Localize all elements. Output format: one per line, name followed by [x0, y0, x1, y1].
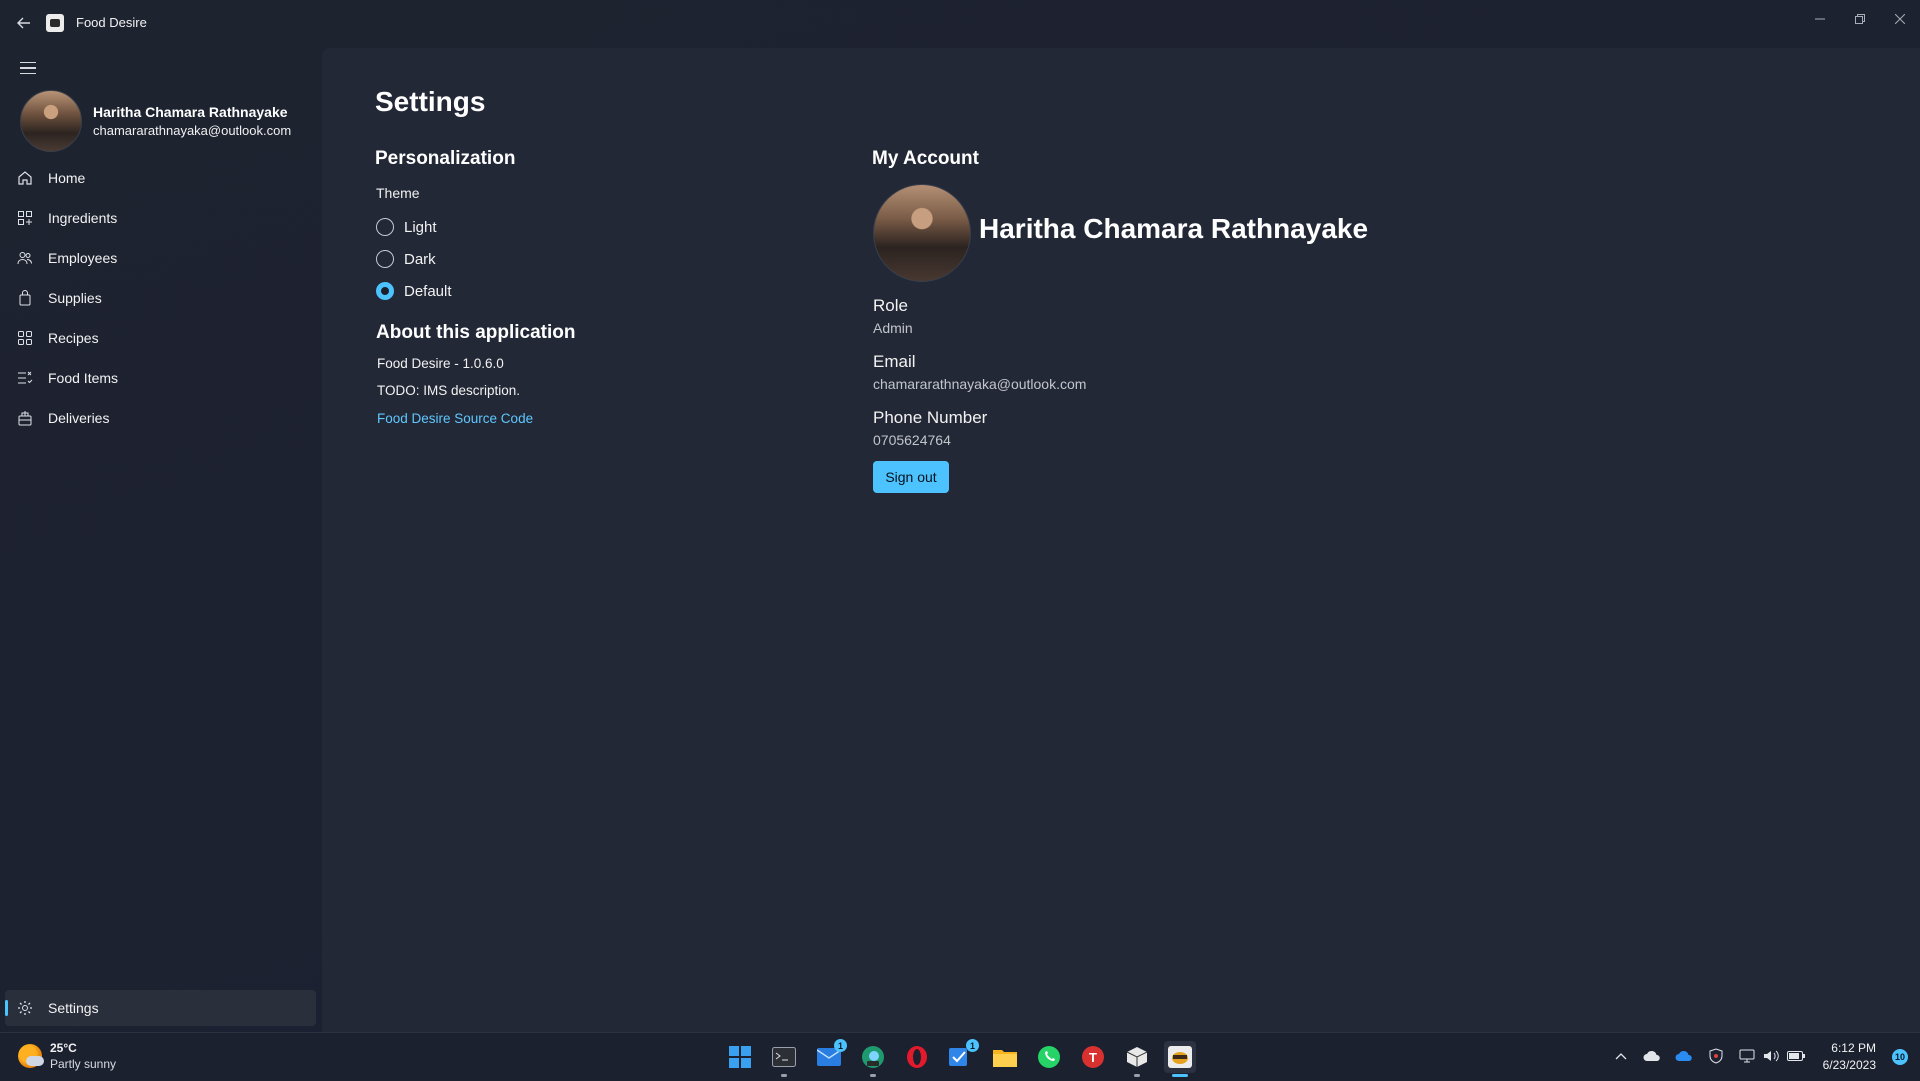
food-items-icon: [16, 369, 34, 387]
terminal-icon[interactable]: [768, 1041, 800, 1077]
arrow-left-icon[interactable]: [14, 12, 34, 34]
volume-icon[interactable]: [1762, 1047, 1780, 1065]
edge-dev-icon[interactable]: [857, 1041, 889, 1077]
page-title: Settings: [375, 86, 486, 117]
sidebar-item-label: Supplies: [48, 290, 102, 306]
ingredients-icon: [16, 209, 34, 227]
employees-icon: [16, 249, 34, 267]
whatsapp-icon[interactable]: [1033, 1041, 1065, 1073]
network-icon[interactable]: [1738, 1047, 1756, 1065]
profile-name: Haritha Chamara Rathnayake: [93, 104, 288, 120]
sidebar-item-home[interactable]: Home: [0, 158, 322, 198]
running-indicator: [1134, 1074, 1140, 1077]
theme-radio-light[interactable]: Light: [376, 215, 576, 239]
gear-icon: [16, 999, 34, 1017]
close-icon[interactable]: [1886, 6, 1914, 32]
app-logo-icon: [46, 14, 64, 32]
cloud-icon[interactable]: [1643, 1047, 1661, 1065]
todo-icon[interactable]: 1: [945, 1039, 979, 1073]
sidebar-item-food-items[interactable]: Food Items: [0, 358, 322, 398]
source-code-link[interactable]: Food Desire Source Code: [377, 411, 533, 426]
theme-radio-dark[interactable]: Dark: [376, 247, 576, 271]
phone-label: Phone Number: [873, 408, 988, 427]
weather-desc[interactable]: Partly sunny: [50, 1057, 116, 1071]
selection-indicator: [5, 1000, 8, 1016]
deliveries-icon: [16, 409, 34, 427]
sidebar-item-label: Deliveries: [48, 410, 110, 426]
sidebar-item-label: Home: [48, 170, 86, 186]
radio-label: Light: [404, 218, 437, 236]
running-indicator: [781, 1074, 787, 1077]
chevron-up-icon[interactable]: [1612, 1047, 1630, 1065]
settings-page: Settings Personalization Theme Light Dar…: [322, 48, 1920, 1032]
sidebar-item-ingredients[interactable]: Ingredients: [0, 198, 322, 238]
profile-email: chamararathnayaka@outlook.com: [93, 123, 292, 138]
onedrive-icon[interactable]: [1675, 1047, 1693, 1065]
opera-icon[interactable]: [901, 1041, 933, 1073]
start-icon[interactable]: [724, 1041, 756, 1073]
recipes-icon: [16, 329, 34, 347]
file-explorer-icon[interactable]: [989, 1041, 1021, 1073]
clock-date[interactable]: 6/23/2023: [1823, 1058, 1876, 1072]
clock-time[interactable]: 6:12 PM: [1831, 1041, 1876, 1055]
profile-card: Haritha Chamara Rathnayake chamararathna…: [20, 90, 320, 152]
theme-label: Theme: [376, 185, 420, 201]
title-bar: Food Desire: [0, 0, 1920, 48]
mail-badge: 1: [834, 1039, 847, 1052]
personalization-heading: Personalization: [375, 148, 516, 169]
supplies-icon: [16, 289, 34, 307]
theme-radio-default[interactable]: Default: [376, 279, 576, 303]
sidebar-item-label: Settings: [48, 1000, 99, 1016]
role-value: Admin: [873, 320, 913, 336]
about-heading: About this application: [376, 322, 576, 343]
sidebar-item-recipes[interactable]: Recipes: [0, 318, 322, 358]
minimize-icon[interactable]: [1806, 6, 1834, 32]
weather-temp[interactable]: 25°C: [50, 1041, 77, 1055]
hamburger-icon[interactable]: [17, 58, 39, 78]
app-description: TODO: IMS description.: [377, 383, 521, 398]
radio-label: Dark: [404, 250, 436, 268]
battery-icon[interactable]: [1787, 1047, 1805, 1065]
navigation-pane: Haritha Chamara Rathnayake chamararathna…: [0, 48, 322, 1032]
svg-text:T: T: [1089, 1050, 1097, 1065]
radio-label: Default: [404, 282, 452, 300]
weather-icon[interactable]: [18, 1044, 44, 1068]
sidebar-item-deliveries[interactable]: Deliveries: [0, 398, 322, 438]
food-desire-icon[interactable]: [1164, 1041, 1196, 1077]
sidebar-item-label: Recipes: [48, 330, 99, 346]
shield-icon[interactable]: [1707, 1047, 1725, 1065]
account-name: Haritha Chamara Rathnayake: [979, 213, 1369, 244]
package-icon[interactable]: [1121, 1041, 1153, 1077]
app-version: Food Desire - 1.0.6.0: [377, 356, 504, 371]
restore-icon[interactable]: [1846, 6, 1874, 32]
sidebar-item-label: Ingredients: [48, 210, 118, 226]
t-app-icon[interactable]: T: [1077, 1041, 1109, 1073]
sidebar-item-settings[interactable]: Settings: [5, 990, 316, 1026]
mail-icon[interactable]: 1: [813, 1039, 847, 1073]
radio-circle[interactable]: [376, 218, 394, 236]
active-indicator: [1172, 1074, 1188, 1077]
taskbar: 25°C Partly sunny 1 1 T 6:12 PM 6/23/202…: [0, 1032, 1920, 1081]
account-avatar: [873, 184, 971, 282]
home-icon: [16, 169, 34, 187]
phone-value: 0705624764: [873, 432, 951, 448]
notification-badge[interactable]: 10: [1892, 1049, 1908, 1065]
sidebar-item-label: Employees: [48, 250, 118, 266]
radio-circle-checked[interactable]: [376, 282, 394, 300]
sign-out-button[interactable]: Sign out: [873, 461, 949, 493]
nav-menu: Home Ingredients Employees Supplies Reci…: [0, 158, 322, 438]
sidebar-item-supplies[interactable]: Supplies: [0, 278, 322, 318]
sidebar-item-label: Food Items: [48, 370, 119, 386]
avatar: [20, 90, 82, 152]
sidebar-item-employees[interactable]: Employees: [0, 238, 322, 278]
window-title: Food Desire: [76, 15, 147, 30]
email-value: chamararathnayaka@outlook.com: [873, 376, 1087, 392]
role-label: Role: [873, 296, 908, 315]
my-account-heading: My Account: [872, 148, 979, 169]
email-label: Email: [873, 352, 916, 371]
todo-badge: 1: [966, 1039, 979, 1052]
running-indicator: [870, 1074, 876, 1077]
radio-circle[interactable]: [376, 250, 394, 268]
